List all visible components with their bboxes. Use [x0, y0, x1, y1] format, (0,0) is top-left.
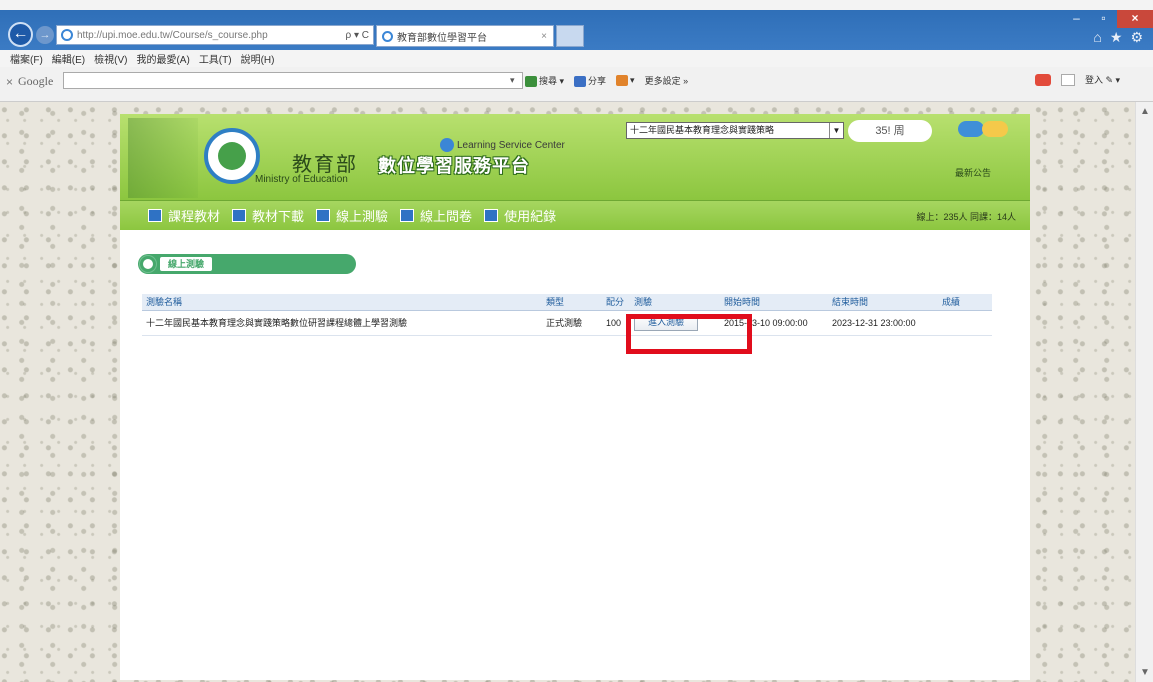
header-score: 配分: [602, 294, 630, 311]
minimize-button[interactable]: –: [1063, 10, 1090, 28]
window-controls: – ▫ ×: [1063, 10, 1153, 28]
google-toolbar: × Google ▾ 搜尋 ▾ 分享 ▾ 更多設定 » 登入 ✎ ▾: [0, 67, 1153, 102]
menu-view[interactable]: 檢視(V): [94, 51, 127, 66]
vertical-scrollbar[interactable]: ▲ ▼: [1135, 102, 1153, 682]
table-row: 十二年國民基本教育理念與實踐策略數位研習課程總體上學習測驗 正式測驗 100 進…: [142, 310, 992, 336]
maximize-button[interactable]: ▫: [1090, 10, 1117, 28]
google-extra-button[interactable]: ▾: [616, 75, 635, 87]
notification-icon[interactable]: [1035, 73, 1051, 86]
google-search-input[interactable]: [63, 72, 523, 89]
scroll-up-icon[interactable]: ▲: [1140, 106, 1150, 117]
header-name: 測驗名稱: [142, 294, 542, 311]
header-action: 測驗: [630, 294, 720, 311]
platform-title: 數位學習服務平台: [378, 156, 530, 177]
nav-usage-log[interactable]: 使用紀錄: [484, 206, 556, 225]
exam-grade: [938, 310, 992, 336]
address-url[interactable]: http://upi.moe.edu.tw/Course/s_course.ph…: [77, 30, 342, 41]
back-arrow-icon[interactable]: ←: [8, 22, 33, 47]
learning-center-icon: [440, 138, 454, 152]
nav-item-icon: [148, 209, 162, 222]
chevron-down-icon[interactable]: ▼: [829, 123, 843, 138]
section-header: 線上測驗: [138, 254, 356, 274]
menu-bar: 檔案(F) 編輯(E) 檢視(V) 我的最愛(A) 工具(T) 說明(H): [0, 50, 1153, 67]
close-window-button[interactable]: ×: [1117, 10, 1153, 28]
browser-titlebar: – ▫ × ← → http://upi.moe.edu.tw/Course/s…: [0, 10, 1153, 50]
menu-help[interactable]: 說明(H): [241, 51, 275, 66]
moe-logo-icon: [204, 128, 260, 184]
page-viewport: ▲ ▼ 教育部 Ministry of Education Learning S…: [0, 102, 1153, 682]
nav-course-materials[interactable]: 課程教材: [148, 206, 220, 225]
menu-favorites[interactable]: 我的最愛(A): [136, 51, 189, 66]
checkbox-icon[interactable]: [1061, 73, 1075, 86]
moe-english-title: Ministry of Education: [255, 174, 348, 185]
nav-item-icon: [400, 209, 415, 222]
google-search-dropdown-icon[interactable]: ▾: [510, 75, 515, 86]
nav-item-icon: [316, 209, 331, 222]
site-navbar: 課程教材 教材下載 線上測驗 線上問卷 使用紀錄 線上：235人 同課：14人: [120, 200, 1030, 230]
learning-service-center: Learning Service Center: [440, 138, 565, 152]
address-bar[interactable]: http://upi.moe.edu.tw/Course/s_course.ph…: [56, 25, 374, 45]
highlight-annotation: [626, 314, 752, 354]
menu-edit[interactable]: 編輯(E): [52, 51, 85, 66]
tab-close-icon[interactable]: ×: [541, 31, 547, 42]
tab-ie-icon: [382, 30, 393, 42]
exam-type: 正式測驗: [542, 310, 602, 336]
nav-online-test[interactable]: 線上測驗: [316, 206, 388, 225]
online-count: 線上：235人 同課：14人: [916, 212, 1016, 222]
course-select[interactable]: 十二年國民基本教育理念與實踐策略 ▼: [626, 122, 844, 139]
google-logo: Google: [18, 74, 54, 88]
window-top-strip: [0, 0, 1153, 10]
new-tab-button[interactable]: [556, 25, 584, 47]
nav-item-icon: [232, 209, 247, 222]
browser-right-icons: ⌂ ★ ⚙: [1093, 29, 1143, 46]
table-header-row: 測驗名稱 類型 配分 測驗 開始時間 結束時間 成績: [142, 294, 992, 311]
share-icon: [574, 76, 587, 88]
logout-pill-icon[interactable]: [982, 121, 1008, 137]
week-indicator: 35! 周: [848, 120, 932, 142]
tab-title: 教育部數位學習平台: [397, 32, 487, 44]
site-page: 教育部 Ministry of Education Learning Servi…: [120, 114, 1030, 680]
search-icon: [525, 76, 537, 88]
favorites-star-icon[interactable]: ★: [1110, 29, 1123, 46]
section-title: 線上測驗: [160, 257, 213, 271]
section-circle-icon: [140, 256, 156, 272]
announcement-link[interactable]: 最新公告: [955, 166, 991, 179]
address-tools[interactable]: ρ ▾ C: [342, 30, 374, 41]
exam-name: 十二年國民基本教育理念與實踐策略數位研習課程總體上學習測驗: [142, 310, 542, 336]
pencil-icon: [616, 75, 629, 87]
header-type: 類型: [542, 294, 602, 311]
google-search-button[interactable]: 搜尋 ▾: [525, 74, 564, 88]
user-pill-icon[interactable]: [958, 121, 984, 137]
scroll-down-icon[interactable]: ▼: [1140, 667, 1150, 678]
google-more-settings[interactable]: 更多設定 »: [645, 74, 689, 87]
ie-logo-icon: [61, 29, 73, 41]
header-end: 結束時間: [828, 294, 938, 311]
header-grade: 成績: [938, 294, 992, 311]
browser-tab-active[interactable]: 教育部數位學習平台 ×: [376, 25, 554, 47]
nav-item-icon: [484, 209, 499, 222]
exam-end-time: 2023-12-31 23:00:00: [828, 310, 938, 336]
home-icon[interactable]: ⌂: [1093, 29, 1101, 46]
nav-online-survey[interactable]: 線上問卷: [400, 206, 472, 225]
moe-title: 教育部: [292, 152, 358, 176]
google-toolbar-close-icon[interactable]: ×: [6, 75, 13, 89]
header-start: 開始時間: [720, 294, 828, 311]
header-decoration: [128, 118, 198, 198]
google-toolbar-tools: 搜尋 ▾ 分享 ▾ 更多設定 »: [525, 74, 689, 88]
menu-tools[interactable]: 工具(T): [199, 51, 232, 66]
google-signin[interactable]: 登入 ✎ ▾: [1085, 73, 1120, 86]
google-toolbar-right: 登入 ✎ ▾: [1035, 73, 1120, 86]
google-share-button[interactable]: 分享: [574, 74, 606, 88]
forward-arrow-icon[interactable]: →: [36, 26, 54, 44]
nav-material-download[interactable]: 教材下載: [232, 206, 304, 225]
settings-gear-icon[interactable]: ⚙: [1130, 29, 1143, 46]
site-header: 教育部 Ministry of Education Learning Servi…: [120, 114, 1030, 200]
exam-table: 測驗名稱 類型 配分 測驗 開始時間 結束時間 成績 十二年國民基本教育理念與實…: [142, 294, 992, 336]
menu-file[interactable]: 檔案(F): [10, 51, 43, 66]
